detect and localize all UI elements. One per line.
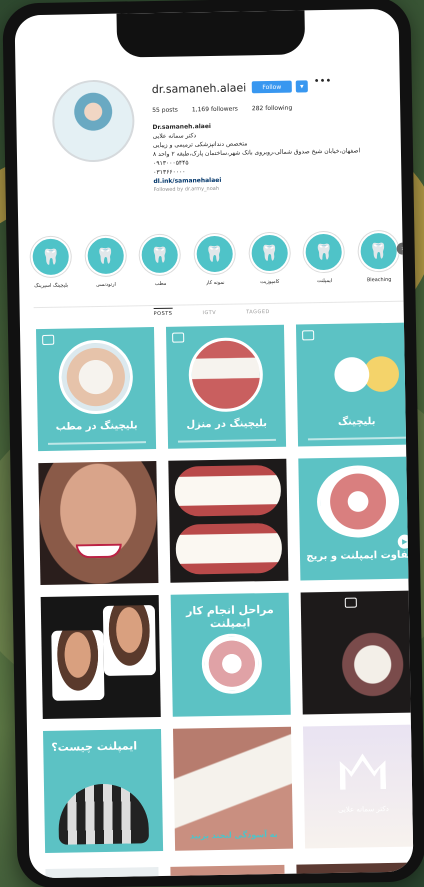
- post-title: بلیچینگ در مطب: [55, 420, 138, 433]
- post-tile[interactable]: ▶ تفاوت ایمپلنت و بریج: [298, 456, 414, 581]
- instagram-screen: dr.samaneh.alaei Follow ▾ ••• 55 posts 1…: [14, 8, 414, 879]
- tooth-icon: 🦷: [248, 232, 290, 274]
- logo-icon: [344, 597, 357, 608]
- profile-stats: 55 posts 1,169 followers 282 following: [152, 105, 292, 114]
- post-image: [201, 633, 263, 695]
- chevron-down-icon[interactable]: ▾: [295, 80, 308, 93]
- highlight-label: نمونه کار: [205, 279, 225, 287]
- post-title: بلیچینگ در منزل: [186, 418, 268, 431]
- post-tile[interactable]: [40, 594, 161, 720]
- posts-row-partial: [45, 862, 410, 879]
- tooth-icon: 🦷: [30, 236, 72, 278]
- follow-button[interactable]: Follow: [251, 80, 292, 94]
- post-tile[interactable]: [38, 461, 159, 586]
- post-subtitle-line: [307, 436, 406, 441]
- logo-icon: [302, 330, 315, 341]
- tab-tagged[interactable]: TAGGED: [246, 309, 270, 315]
- post-tile[interactable]: مراحل انجام کار ایمپلنت: [170, 592, 291, 717]
- tooth-icon: 🦷: [194, 233, 236, 275]
- tooth-icon: 🦷: [303, 231, 345, 273]
- post-subtitle-line: [47, 441, 147, 445]
- post-image: [174, 464, 282, 517]
- post-tile[interactable]: بلیچینگ: [295, 322, 414, 447]
- highlight-item[interactable]: 🦷 نمونه کار: [188, 233, 241, 293]
- profile-username: dr.samaneh.alaei: [151, 81, 247, 97]
- logo-icon: [172, 332, 185, 343]
- highlight-label: ایمپلنت: [316, 277, 333, 285]
- post-tile[interactable]: بلیچینگ در مطب: [35, 327, 157, 452]
- post-tile[interactable]: دکتر سمانه علایی: [302, 724, 414, 849]
- highlight-label: بلیچینگ اسپرینگ: [34, 282, 69, 290]
- highlight-label: مطب: [154, 280, 167, 288]
- post-image: [51, 629, 105, 701]
- post-image: [75, 543, 122, 559]
- post-tile[interactable]: [168, 458, 289, 583]
- tooth-icon: 🦷: [85, 235, 126, 277]
- followers-count[interactable]: 1,169 followers: [192, 106, 238, 114]
- post-title: بلیچینگ: [337, 416, 376, 428]
- highlight-label: ارتودنسی: [95, 281, 116, 289]
- post-image: [316, 464, 400, 539]
- following-count[interactable]: 282 following: [252, 105, 292, 113]
- highlight-item[interactable]: 🦷 Bleaching: [352, 230, 405, 290]
- story-highlights: 🦷 بلیچینگ اسپرینگ 🦷 ارتودنسی 🦷 مطب 🦷 نمو…: [24, 230, 405, 296]
- post-title: ایمپلنت چیست؟: [51, 739, 138, 754]
- highlight-item[interactable]: 🦷 ایمپلنت: [298, 231, 351, 291]
- phone-notch: [116, 10, 306, 58]
- play-icon: ▶: [397, 534, 412, 549]
- post-title: تفاوت ایمپلنت و بریج: [306, 549, 412, 563]
- post-tile[interactable]: [170, 864, 285, 879]
- post-tile[interactable]: [300, 590, 414, 715]
- post-title: مراحل انجام کار ایمپلنت: [185, 602, 274, 631]
- tab-igtv[interactable]: IGTV: [202, 310, 216, 316]
- profile-tabs: POSTS IGTV TAGGED: [20, 307, 404, 320]
- logo-icon: [42, 334, 55, 345]
- post-tile[interactable]: [45, 867, 160, 879]
- avatar[interactable]: [51, 79, 136, 163]
- post-tile[interactable]: بلیچینگ در منزل: [165, 324, 287, 449]
- post-image: [102, 605, 157, 676]
- post-title: دکتر سمانه علایی: [337, 805, 389, 814]
- tooth-icon: 🦷: [358, 230, 399, 272]
- post-image: [175, 522, 283, 575]
- tooth-icon: [330, 344, 402, 404]
- tab-posts[interactable]: POSTS: [153, 307, 173, 318]
- post-tile[interactable]: ایمپلنت چیست؟: [43, 728, 164, 854]
- profile-header: dr.samaneh.alaei Follow ▾ ••• 55 posts 1…: [15, 61, 402, 228]
- post-subtitle-line: [177, 438, 276, 443]
- posts-count[interactable]: 55 posts: [152, 107, 178, 114]
- post-image: [188, 337, 264, 413]
- post-image: [57, 783, 149, 845]
- posts-grid: بلیچینگ در مطب بلیچینگ در منزل بلیچینگ ▶…: [35, 322, 414, 854]
- chevron-right-icon[interactable]: ›: [396, 242, 409, 255]
- ellipsis-icon[interactable]: •••: [314, 76, 332, 87]
- highlight-item[interactable]: 🦷 کامپوزیت: [243, 232, 296, 292]
- profile-bio: Dr.samaneh.alaei دکتر سمانه علایی متخصص …: [152, 119, 403, 195]
- highlight-label: کامپوزیت: [260, 278, 280, 286]
- highlight-item[interactable]: 🦷 بلیچینگ اسپرینگ: [24, 236, 77, 295]
- post-tile[interactable]: به آسودگی لبخند بزنید: [172, 726, 294, 851]
- tooth-icon: 🦷: [139, 234, 181, 276]
- post-title: به آسودگی لبخند بزنید: [190, 829, 278, 841]
- phone-frame: dr.samaneh.alaei Follow ▾ ••• 55 posts 1…: [2, 0, 424, 887]
- highlight-item[interactable]: 🦷 مطب: [134, 234, 187, 293]
- post-tile[interactable]: [296, 862, 410, 879]
- highlight-item[interactable]: 🦷 ارتودنسی: [79, 235, 132, 294]
- logo-icon: [339, 753, 386, 790]
- post-image: [58, 339, 134, 415]
- highlight-label: Bleaching: [366, 276, 392, 284]
